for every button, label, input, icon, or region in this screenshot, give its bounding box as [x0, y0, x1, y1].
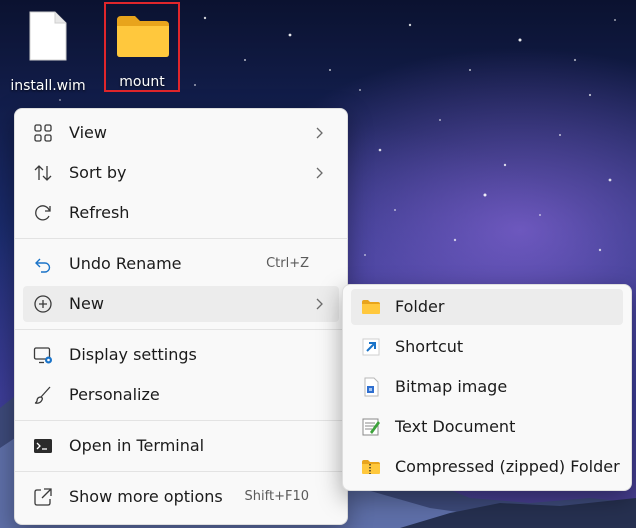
menu-item-label: Text Document: [395, 417, 516, 436]
undo-icon: [35, 258, 51, 273]
keyboard-shortcut: Ctrl+Z: [266, 256, 309, 271]
submenu-item-folder[interactable]: Folder: [351, 289, 623, 325]
zip-folder-icon: [362, 460, 380, 474]
menu-item-label: Folder: [395, 297, 445, 316]
menu-item-show-more-options[interactable]: Show more options Shift+F10: [23, 479, 339, 515]
folder-icon: [362, 300, 380, 314]
keyboard-shortcut: Shift+F10: [244, 489, 309, 504]
menu-item-undo-rename[interactable]: Undo Rename Ctrl+Z: [23, 246, 339, 282]
chevron-right-icon: [316, 127, 323, 139]
menu-item-open-in-terminal[interactable]: Open in Terminal: [23, 428, 339, 464]
menu-item-label: Bitmap image: [395, 377, 508, 396]
menu-item-display-settings[interactable]: Display settings: [23, 337, 339, 373]
new-plus-icon: [34, 295, 52, 313]
terminal-icon: [34, 439, 52, 453]
text-document-icon: [362, 418, 380, 436]
submenu-item-bitmap-image[interactable]: Bitmap image: [351, 369, 623, 405]
menu-item-personalize[interactable]: Personalize: [23, 377, 339, 413]
submenu-item-shortcut[interactable]: Shortcut: [351, 329, 623, 365]
menu-item-refresh[interactable]: Refresh: [23, 195, 339, 231]
grid-icon: [34, 124, 52, 142]
submenu-item-compressed-folder[interactable]: Compressed (zipped) Folder: [351, 449, 623, 485]
menu-separator: [15, 329, 347, 330]
sort-arrows-icon: [34, 165, 52, 181]
menu-item-label: Personalize: [69, 385, 160, 404]
menu-item-label: Undo Rename: [69, 254, 182, 273]
folder-icon: [117, 16, 169, 57]
desktop-icon-mount-folder[interactable]: mount: [104, 2, 180, 92]
menu-item-label: Shortcut: [395, 337, 464, 356]
submenu-item-text-document[interactable]: Text Document: [351, 409, 623, 445]
bitmap-icon: [364, 377, 379, 397]
desktop-icon-install-wim[interactable]: install.wim: [10, 8, 86, 94]
brush-icon: [34, 386, 51, 404]
menu-item-new[interactable]: New: [23, 286, 339, 322]
desktop-icon-label: install.wim: [10, 78, 86, 94]
menu-separator: [15, 420, 347, 421]
chevron-right-icon: [316, 167, 323, 179]
menu-item-label: Display settings: [69, 345, 197, 364]
menu-item-label: Compressed (zipped) Folder: [395, 457, 620, 476]
menu-item-view[interactable]: View: [23, 115, 339, 151]
file-icon: [29, 11, 67, 61]
menu-item-label: Show more options: [69, 487, 223, 506]
refresh-icon: [35, 205, 51, 221]
display-settings-icon: [33, 347, 52, 364]
menu-item-label: Open in Terminal: [69, 436, 205, 455]
desktop-context-menu: View Sort by Refresh Undo Rename Ctrl+Z: [14, 108, 348, 525]
menu-item-label: View: [69, 123, 107, 142]
menu-separator: [15, 471, 347, 472]
menu-item-label: Sort by: [69, 163, 127, 182]
menu-item-label: Refresh: [69, 203, 130, 222]
share-icon: [34, 488, 52, 506]
desktop-icon-label: mount: [119, 74, 165, 90]
shortcut-icon: [362, 338, 380, 356]
new-submenu: Folder Shortcut Bitmap image Text Docume…: [342, 284, 632, 491]
menu-item-label: New: [69, 294, 104, 313]
chevron-right-icon: [316, 298, 323, 310]
menu-separator: [15, 238, 347, 239]
menu-item-sort-by[interactable]: Sort by: [23, 155, 339, 191]
